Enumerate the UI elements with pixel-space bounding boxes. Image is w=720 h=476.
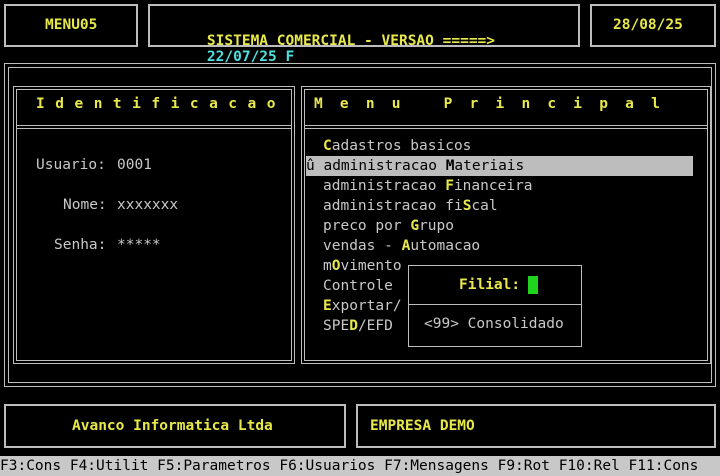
menu-item[interactable]: administracao Financeira [323, 176, 533, 196]
menu-item[interactable]: Cadastros basicos [323, 136, 471, 156]
menu-item-text: inanceira [453, 178, 533, 194]
menu-item-text: adastros basicos [331, 138, 472, 154]
identification-title: Identificacao [36, 96, 286, 112]
identification-title-divider [16, 125, 292, 126]
menu-item-hotkey: D [349, 318, 358, 334]
current-date: 28/08/25 [613, 17, 683, 33]
menu-item-text: SPE [323, 318, 350, 334]
filial-option[interactable]: <99> Consolidado [424, 316, 564, 332]
main-menu-title-divider-2 [304, 128, 708, 129]
menu-item-text: cal [471, 198, 498, 214]
company-box: EMPRESA DEMO [356, 404, 716, 448]
menu-item-hotkey: F [445, 178, 454, 194]
vendor-box: Avanco Informatica Ltda [4, 404, 346, 448]
menu-item-text: /EFD [357, 318, 393, 334]
menu-item-text: ateriais [454, 158, 525, 174]
name-value: xxxxxxx [117, 197, 179, 213]
menu-item-text: administracao [323, 178, 446, 194]
menu-item-text: vendas - [323, 238, 402, 254]
user-value: 0001 [117, 157, 152, 173]
menu-item-text: vimento [340, 258, 402, 274]
menu-item[interactable]: Controle [323, 276, 393, 296]
menu-item[interactable]: administracao fiScal [323, 196, 498, 216]
menu-item-text: preco por [323, 218, 411, 234]
menu-item[interactable]: mOvimento [323, 256, 402, 276]
menu-item-hotkey: E [323, 298, 332, 314]
menu-item[interactable]: Exportar/ [323, 296, 402, 316]
menu-item-text: Controle [323, 278, 393, 294]
menu-item-text: administracao fi [323, 198, 463, 214]
company-name: EMPRESA DEMO [370, 418, 475, 434]
menu-id: MENU05 [45, 17, 98, 33]
function-keys-bar[interactable]: F3:Cons F4:Utilit F5:Parametros F6:Usuar… [0, 456, 720, 476]
menu-item-text: administracao [323, 158, 446, 174]
system-title-box: SISTEMA COMERCIAL - VERSAO =====> 22/07/… [148, 4, 580, 65]
system-title: SISTEMA COMERCIAL - VERSAO =====> [206, 33, 496, 49]
filial-field[interactable]: Filial: [459, 276, 539, 294]
menu-item-text: m [323, 258, 332, 274]
menu-item[interactable]: SPED/EFD [323, 316, 393, 336]
menu-item-text: xportar/ [331, 298, 402, 314]
menu-item[interactable]: û administracao Materiais [306, 156, 693, 176]
menu-item-text: utomacao [410, 238, 481, 254]
identification-panel-inner [16, 89, 292, 361]
identification-title-divider-2 [16, 128, 292, 129]
filial-label: Filial: [459, 277, 521, 293]
menu-item-hotkey: G [410, 218, 420, 234]
password-value: ***** [117, 237, 161, 253]
text-cursor [528, 276, 539, 294]
selection-marker: û [306, 158, 324, 174]
name-label: Nome: [63, 197, 107, 213]
vendor-name: Avanco Informatica Ltda [72, 418, 273, 434]
menu-id-box: MENU05 [4, 4, 138, 47]
menu-item[interactable]: preco por Grupo [323, 216, 454, 236]
menu-item-hotkey: C [323, 138, 332, 154]
current-date-box: 28/08/25 [590, 4, 716, 47]
user-label: Usuario: [36, 157, 106, 173]
menu-item-hotkey: A [401, 238, 411, 254]
main-menu-title-divider [304, 125, 708, 126]
filial-popup[interactable]: Filial: <99> Consolidado [408, 265, 582, 347]
menu-item-text: rupo [419, 218, 454, 234]
filial-popup-divider [409, 304, 581, 305]
main-menu-title: Menu Principal [314, 96, 678, 112]
password-label: Senha: [54, 237, 107, 253]
menu-item[interactable]: vendas - Automacao [323, 236, 480, 256]
